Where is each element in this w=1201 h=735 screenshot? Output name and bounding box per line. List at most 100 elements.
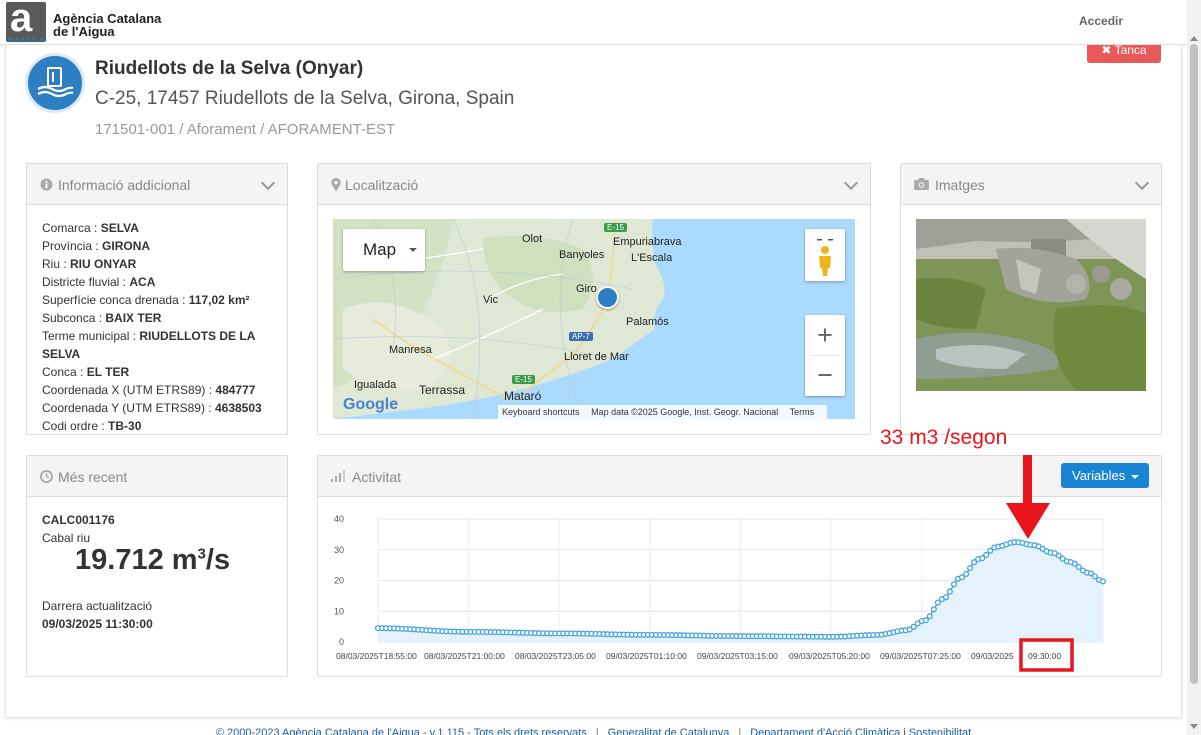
map-attribution: Keyboard shortcuts Map data ©2025 Google… — [498, 405, 828, 419]
variables-button-label: Variables — [1072, 468, 1126, 483]
location-panel-header[interactable]: Localització — [318, 164, 870, 205]
info-row: Subconca : BAIX TER — [42, 309, 287, 327]
map-place-label: Palamós — [626, 316, 669, 328]
pegman-icon — [817, 239, 833, 276]
info-row-value: ACA — [129, 275, 156, 289]
brand-name[interactable]: Agència Catalana de l'Aigua — [53, 12, 161, 38]
info-row-label: Província : — [42, 239, 103, 253]
x-tick-label: 09/03/2025T01:10:00 — [606, 651, 687, 661]
logo-letter-icon: a — [10, 2, 33, 40]
map-place-label: Vic — [483, 294, 499, 306]
zoom-in-button[interactable]: + — [805, 317, 845, 353]
images-panel-header[interactable]: Imatges — [901, 164, 1161, 205]
variable-name: Cabal riu — [42, 531, 91, 545]
zoom-controls: + − — [805, 315, 845, 396]
latest-value-unit-exponent: 3 — [197, 545, 206, 563]
info-panel-title: Informació addicional — [58, 177, 191, 193]
data-point — [926, 613, 933, 620]
scroll-up-icon[interactable] — [1190, 36, 1198, 41]
recent-panel-title: Més recent — [58, 469, 128, 485]
scroll-thumb[interactable] — [1190, 44, 1198, 684]
aca-logo[interactable]: a — [6, 2, 46, 42]
zoom-out-button[interactable]: − — [805, 357, 845, 393]
data-point — [950, 581, 958, 588]
variables-button[interactable]: Variables — [1061, 463, 1149, 488]
images-panel: Imatges — [900, 163, 1162, 435]
station-marker-icon[interactable] — [596, 286, 619, 309]
info-row-value: 117,02 km² — [188, 293, 250, 307]
data-point — [967, 565, 974, 572]
page-footer: © 2000-2023 Agència Catalana de l'Aigua … — [0, 727, 1187, 735]
info-row: Superfície conca drenada : 117,02 km² — [42, 291, 287, 309]
variable-code: CALC001176 — [42, 513, 115, 527]
map-type-select[interactable]: Map — [343, 229, 425, 271]
info-row-value: BAIX TER — [105, 311, 162, 325]
info-row: Terme municipal : RIUDELLOTS DE LA SELVA — [42, 327, 287, 363]
road-badge: AP-7 — [569, 332, 593, 341]
annotation-arrow-icon — [1006, 455, 1050, 539]
info-row-label: Superfície conca drenada : — [42, 293, 189, 307]
y-tick-label: 30 — [334, 545, 344, 555]
department-link[interactable]: Departament d'Acció Climàtica i Sostenib… — [750, 727, 971, 735]
recent-panel-header: Més recent — [27, 456, 287, 497]
info-row: Coordenada X (UTM ETRS89) : 484777 — [42, 381, 287, 399]
keyboard-shortcuts-link[interactable]: Keyboard shortcuts — [502, 407, 580, 417]
map-place-label: Empuriabrava — [613, 236, 682, 248]
data-point — [946, 588, 953, 595]
map-data-text: Map data ©2025 Google, Inst. Geogr. Naci… — [591, 407, 779, 417]
zoom-divider — [811, 355, 839, 356]
location-panel-title: Localització — [345, 177, 419, 193]
chevron-down-icon[interactable] — [260, 175, 276, 191]
data-point — [983, 551, 990, 558]
x-tick-label: 08/03/2025T21:00:00 — [424, 651, 505, 661]
info-row-label: Terme municipal : — [42, 329, 140, 343]
close-button[interactable]: ✖ Tanca — [1087, 45, 1161, 63]
station-detail-card: Informació addicional Comarca : SELVA Pro… — [5, 45, 1182, 718]
footer-separator: | — [595, 727, 599, 735]
station-photo[interactable] — [916, 219, 1146, 391]
page-scrollbar[interactable] — [1187, 0, 1201, 735]
map-place-label: Terrassa — [419, 383, 466, 397]
chevron-down-icon[interactable] — [843, 175, 859, 191]
data-point — [963, 570, 970, 578]
generalitat-link[interactable]: Generalitat de Catalunya — [608, 727, 730, 735]
map-type-label: Map — [363, 240, 397, 259]
info-list: Comarca : SELVA Província : GIRONA Riu : R… — [27, 205, 287, 435]
station-address: C-25, 17457 Riudellots de la Selva, Giro… — [95, 88, 515, 109]
last-update-date: 09/03/2025 11:30:00 — [42, 617, 153, 631]
caret-down-icon — [1131, 474, 1140, 479]
chevron-down-icon[interactable] — [1134, 175, 1150, 191]
copyright-link[interactable]: © 2000-2023 Agència Catalana de l'Aigua … — [216, 727, 587, 735]
scroll-down-icon[interactable] — [1190, 724, 1198, 729]
info-row-label: Coordenada X (UTM ETRS89) : — [42, 383, 216, 397]
info-panel-header[interactable]: Informació addicional — [27, 164, 287, 205]
station-type-icon — [25, 53, 85, 113]
login-link[interactable]: Accedir — [1079, 14, 1123, 28]
info-row-label: Codi ordre : — [42, 419, 109, 433]
map-place-label: Lloret de Mar — [564, 351, 629, 363]
map-place-label: Mataró — [504, 389, 542, 403]
map-pin-icon — [331, 178, 341, 191]
info-row-value: 4638503 — [214, 401, 262, 415]
clock-icon — [40, 470, 53, 483]
caret-down-icon — [409, 248, 417, 252]
road-badge: E-15 — [512, 375, 535, 384]
river-photo-image — [916, 219, 1146, 391]
map-place-label: Olot — [522, 233, 543, 245]
street-view-pegman[interactable] — [805, 229, 845, 281]
bar-chart-icon — [331, 470, 345, 482]
latest-value-unit-tail: /s — [205, 544, 231, 576]
station-code: 171501-001 / Aforament / AFORAMENT-EST — [95, 121, 396, 138]
google-logo[interactable]: Google — [343, 396, 398, 414]
map-terms-link[interactable]: Terms — [790, 407, 815, 417]
map-place-label: Banyoles — [559, 249, 605, 261]
map-view[interactable]: Olot Empuriabrava Banyoles L'Escala Giro… — [333, 219, 855, 419]
x-tick-label: 09/03/2025T05:20:00 — [789, 651, 870, 661]
data-point — [930, 606, 937, 613]
last-update-label: Darrera actualització — [42, 599, 153, 613]
map-place-label: Igualada — [354, 379, 397, 391]
road-badge: E-15 — [604, 223, 627, 232]
info-row-label: Coordenada Y (UTM ETRS89) : — [42, 401, 215, 415]
recent-panel: Més recent CALC001176 Cabal riu 19.712 m… — [26, 455, 288, 677]
annotation-callout: 33 m3 /segon — [880, 426, 1008, 449]
